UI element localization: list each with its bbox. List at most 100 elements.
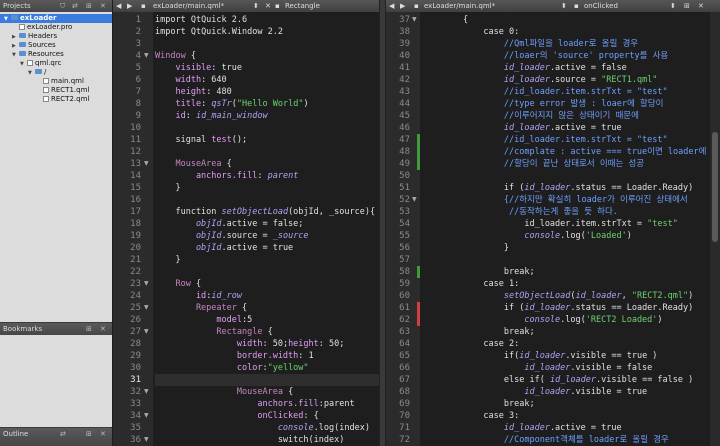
tree-item-label: Headers xyxy=(28,32,58,40)
editor-right[interactable]: ◀ ▶ ▪ exLoader/main.qml* ⬍ ▪ onClicked ⬍… xyxy=(386,0,720,446)
fold-toggle-icon[interactable]: ▼ xyxy=(144,50,149,62)
filter-icon[interactable]: ⛉ xyxy=(60,0,65,12)
split-icon[interactable]: ⊞ xyxy=(86,0,92,12)
code-token: {//하지만 확실히 loader가 이루어진 상태에서 xyxy=(422,195,688,205)
tree-item[interactable]: RECT1.qml xyxy=(36,86,89,95)
close-icon[interactable]: ✕ xyxy=(100,0,106,12)
fold-toggle-icon[interactable]: ▼ xyxy=(412,14,417,26)
tree-item[interactable]: ▼ qml.qrc xyxy=(20,59,61,68)
fold-toggle-icon[interactable]: ▼ xyxy=(412,194,417,206)
code-line: MouseArea { xyxy=(155,158,379,170)
fold-toggle-icon[interactable]: ▼ xyxy=(144,302,149,314)
tree-item-label: RECT1.qml xyxy=(51,86,90,94)
outline-pane-title: Outline xyxy=(3,430,29,438)
close-file-icon[interactable]: ✕ xyxy=(265,0,271,12)
editor-splitter[interactable] xyxy=(379,0,386,446)
tree-item[interactable]: ▶ Headers xyxy=(12,32,57,41)
line-number: 33 xyxy=(130,399,141,409)
expand-arrow-icon[interactable]: ▼ xyxy=(28,69,35,78)
line-number: 67 xyxy=(399,375,410,385)
project-tree[interactable]: ▼ exLoader exLoader.pro ▶ Headers ▶ Sources ▼ Re… xyxy=(0,12,112,322)
nav-forward-icon[interactable]: ▶ xyxy=(127,0,132,12)
code-line: //loaer의 'source' property를 사용 xyxy=(422,50,710,62)
code-line: //complate : active === true이면 loader에 xyxy=(422,146,710,158)
sync-icon[interactable]: ⇄ xyxy=(60,428,66,440)
code-token: setObjectLoad xyxy=(221,207,289,217)
file-dropdown-icon[interactable]: ⬍ xyxy=(561,0,567,12)
fold-toggle-icon[interactable]: ▼ xyxy=(144,386,149,398)
tree-item[interactable]: RECT2.qml xyxy=(36,95,89,104)
code-token: title xyxy=(155,99,202,109)
tree-item[interactable]: exLoader.pro xyxy=(12,23,72,32)
code-area[interactable]: import QtQuick 2.6 import QtQuick.Window … xyxy=(155,12,379,446)
tree-item[interactable]: ▼ Resources xyxy=(12,50,64,59)
code-token: objId xyxy=(155,219,222,229)
expand-arrow-icon[interactable]: ▼ xyxy=(20,60,27,69)
code-line: Rectangle { xyxy=(155,326,379,338)
fold-toggle-icon[interactable]: ▼ xyxy=(144,410,149,422)
code-token: id_loader xyxy=(422,387,571,397)
nav-forward-icon[interactable]: ▶ xyxy=(400,0,405,12)
code-line: border.width: 1 xyxy=(155,350,379,362)
close-icon[interactable]: ✕ xyxy=(100,323,106,335)
code-token: case xyxy=(422,411,509,421)
tree-item[interactable]: ▼ / xyxy=(28,68,46,77)
tree-item[interactable]: ▼ exLoader xyxy=(0,14,112,23)
code-area[interactable]: { case 0: //Qml파일을 loader로 올릴 경우 //loaer… xyxy=(422,12,710,446)
fold-toggle-icon[interactable]: ▼ xyxy=(144,158,149,170)
file-dropdown-icon[interactable]: ⬍ xyxy=(670,0,676,12)
scrollbar-thumb[interactable] xyxy=(712,132,718,242)
split-icon[interactable]: ⊞ xyxy=(86,323,92,335)
change-marker xyxy=(417,302,420,314)
code-token: import xyxy=(155,27,191,37)
code-token: : 480 xyxy=(206,87,232,97)
change-marker xyxy=(417,146,420,158)
code-token: : 640 xyxy=(201,75,227,85)
code-line: switch(index) xyxy=(155,434,379,446)
fold-toggle-icon[interactable]: ▼ xyxy=(144,434,149,446)
code-token: signal xyxy=(155,135,212,145)
editor-left[interactable]: ◀ ▶ ▪ exLoader/main.qml* ⬍ ✕ ▪ Rectangle… xyxy=(113,0,379,446)
link-icon[interactable]: ⇄ xyxy=(72,0,78,12)
symbol-tab-right[interactable]: onClicked xyxy=(584,0,618,12)
line-number: 12 xyxy=(130,147,141,157)
nav-back-icon[interactable]: ◀ xyxy=(389,0,394,12)
tree-item[interactable]: main.qml xyxy=(36,77,84,86)
fold-toggle-icon[interactable]: ▼ xyxy=(144,278,149,290)
symbol-tab-left[interactable]: Rectangle xyxy=(285,0,320,12)
code-token: ; xyxy=(529,267,535,277)
file-tab-right[interactable]: exLoader/main.qml* xyxy=(424,0,495,12)
code-line: console.log('RECT2 Loaded') xyxy=(422,314,710,326)
folder-icon xyxy=(35,69,42,74)
line-number: 57 xyxy=(399,255,410,265)
close-icon[interactable]: ✕ xyxy=(698,0,704,12)
file-tab-left[interactable]: exLoader/main.qml* xyxy=(153,0,224,12)
outline-pane-header: Outline ⇄ ⊞ ✕ xyxy=(0,428,112,446)
nav-back-icon[interactable]: ◀ xyxy=(116,0,121,12)
bookmarks-list[interactable] xyxy=(0,335,112,427)
code-line: //Qml파일을 loader로 올릴 경우 xyxy=(422,38,710,50)
line-number: 49 xyxy=(399,159,410,169)
code-line: //Component객체를 loader로 올릴 경우 xyxy=(422,434,710,446)
code-line: Row { xyxy=(155,278,379,290)
split-icon[interactable]: ⊞ xyxy=(86,428,92,440)
expand-arrow-icon[interactable]: ▼ xyxy=(4,15,11,24)
code-token: QtQuick 2.6 xyxy=(190,15,248,25)
code-token: id_loader.item.strTxt = xyxy=(422,219,648,229)
split-icon[interactable]: ⊞ xyxy=(684,0,690,12)
code-line: console.log(index) xyxy=(155,422,379,434)
code-line: setObjectLoad(id_loader, "RECT2.qml") xyxy=(422,290,710,302)
tree-item[interactable]: ▶ Sources xyxy=(12,41,56,50)
code-token: id_main_window xyxy=(195,111,268,121)
code-line xyxy=(155,374,379,386)
bookmarks-pane-title: Bookmarks xyxy=(3,325,43,333)
expand-arrow-icon[interactable]: ▼ xyxy=(12,51,19,60)
code-token: width xyxy=(155,75,202,85)
close-icon[interactable]: ✕ xyxy=(100,428,106,440)
tree-item-label: exLoader xyxy=(20,14,57,22)
fold-toggle-icon[interactable]: ▼ xyxy=(144,326,149,338)
code-token: else if xyxy=(422,375,540,385)
file-dropdown-icon[interactable]: ⬍ xyxy=(253,0,259,12)
vertical-scrollbar[interactable] xyxy=(710,12,720,446)
